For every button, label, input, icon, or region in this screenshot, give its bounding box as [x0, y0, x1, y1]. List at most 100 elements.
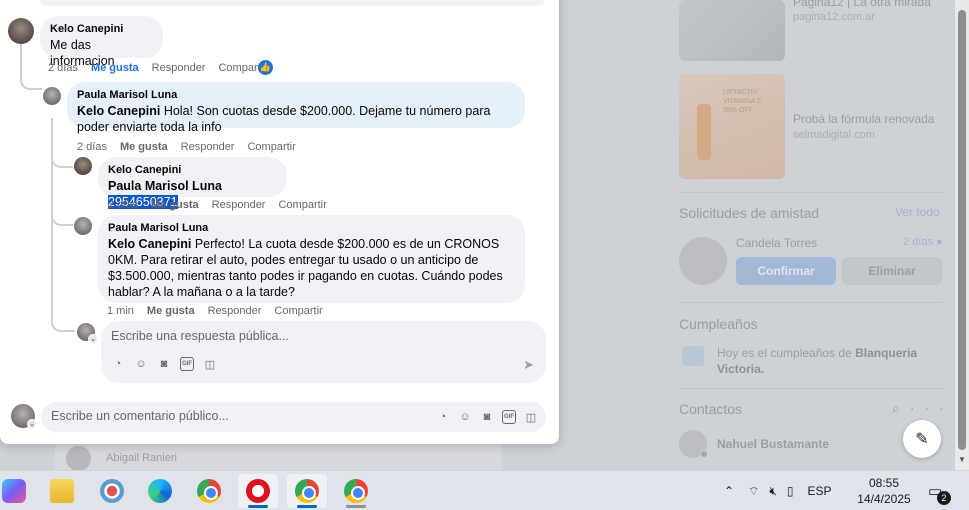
comment-actions: 1 min Me gusta Responder Compartir [107, 305, 323, 317]
birthday-text: Hoy es el cumpleaños de Blanqueria Victo… [717, 346, 918, 376]
scrollbar-thumb[interactable] [958, 10, 966, 450]
avatar-sticker-icon[interactable]: ◔ [436, 410, 450, 424]
mention-link[interactable]: Kelo Canepini [108, 237, 191, 251]
reply-button[interactable]: Responder [152, 62, 206, 74]
comment-author[interactable]: Paula Marisol Luna [108, 222, 513, 234]
comment-author[interactable]: Kelo Canepini [50, 23, 151, 35]
comment-time[interactable]: 2 días [77, 141, 107, 153]
sticker-icon[interactable]: ◫ [203, 357, 217, 371]
system-tray: ⌃ ⌔ 🔇︎ ▯ ESP [724, 471, 832, 510]
compose-icon: ✎ [915, 431, 929, 448]
comment-author[interactable]: Kelo Canepini [108, 164, 275, 176]
taskbar-chrome-profile[interactable] [287, 474, 327, 508]
online-status-icon [700, 450, 708, 458]
avatar-paula[interactable] [74, 217, 92, 235]
open-indicator [346, 505, 366, 508]
comment-actions: 2 días Me gusta Responder Compartir [77, 141, 296, 153]
ad-image-discount: 35% OFF [723, 107, 753, 114]
friend-request-name[interactable]: Candela Torres [736, 236, 817, 250]
sticker-icon[interactable]: ◫ [524, 410, 538, 424]
friend-request-avatar[interactable] [679, 237, 727, 285]
ad-image-product: VITAMINA C [723, 98, 763, 105]
like-button[interactable]: Me gusta [151, 199, 199, 211]
wifi-icon[interactable]: ⌔ [748, 484, 759, 499]
chevron-down-icon[interactable]: ⌄ [88, 334, 98, 344]
emoji-icon[interactable]: ☺ [458, 410, 472, 424]
ad-bottle-shape [697, 104, 711, 160]
taskbar-app[interactable] [92, 474, 132, 508]
ad-title[interactable]: Probá la fórmula renovada [793, 112, 934, 126]
comment-placeholder: Escribe un comentario público... [51, 409, 229, 423]
reply-input[interactable]: Escribe una respuesta pública... ◔ ☺ ◙ G… [101, 321, 546, 383]
avatar-kelo[interactable] [8, 18, 34, 44]
right-sidebar: Pagina12 | La otra mirada pagina12.com.a… [660, 0, 955, 470]
active-indicator [248, 505, 268, 508]
comment-input[interactable]: Escribe un comentario público... ◔ ☺ ◙ G… [41, 402, 546, 432]
camera-icon[interactable]: ◙ [157, 357, 171, 371]
avatar-sticker-icon[interactable]: ◔ [111, 357, 125, 371]
ad-image-selma[interactable]: LIFTACTIV VITAMINA C 35% OFF [679, 74, 785, 179]
scroll-down-arrow-icon[interactable]: ▼ [957, 455, 967, 465]
feed-author-name: Abigail Ranieri [106, 452, 177, 464]
comment-time[interactable]: 1 min [107, 305, 134, 317]
mention-link[interactable]: Paula Marisol Luna [108, 179, 222, 193]
battery-icon[interactable]: ▯ [787, 484, 794, 498]
ad-title[interactable]: Pagina12 | La otra mirada [793, 0, 931, 9]
clock[interactable]: 08:55 14/4/2025 [850, 475, 918, 507]
share-button[interactable]: Compartir [247, 141, 295, 153]
reply-button[interactable]: Responder [208, 305, 262, 317]
taskbar-edge[interactable] [140, 474, 180, 508]
like-button[interactable]: Me gusta [91, 62, 139, 74]
contact-name[interactable]: Nahuel Bustamante [717, 437, 829, 451]
chevron-up-icon[interactable]: ⌃ [724, 484, 734, 498]
chevron-down-icon[interactable]: ⌄ [27, 419, 37, 429]
comment-time[interactable]: 2 días [108, 199, 138, 211]
emoji-icon[interactable]: ☺ [134, 357, 148, 371]
mention-link[interactable]: Kelo Canepini [77, 104, 160, 118]
taskbar-chrome-profile-2[interactable] [336, 474, 376, 508]
ad-site: pagina12.com.ar [793, 11, 875, 23]
app-icon [100, 479, 124, 503]
ad-image-pagina12[interactable] [679, 0, 785, 61]
avatar-kelo[interactable] [74, 157, 92, 175]
previous-content-edge [40, 0, 545, 6]
like-button[interactable]: Me gusta [120, 141, 168, 153]
clock-time: 08:55 [868, 476, 900, 490]
gif-icon[interactable]: GIF [502, 410, 516, 424]
divider [679, 192, 943, 193]
thread-connector [51, 318, 75, 332]
camera-icon[interactable]: ◙ [480, 410, 494, 424]
thread-connector [51, 154, 73, 168]
volume-muted-icon[interactable]: 🔇︎ [769, 484, 777, 499]
language-indicator[interactable]: ESP [808, 484, 832, 498]
reply-button[interactable]: Responder [212, 199, 266, 211]
contacts-tools: ⌕··· [892, 400, 954, 417]
ad-site: selmadigital.com [793, 129, 875, 141]
search-icon[interactable]: ⌕ [892, 400, 910, 416]
gif-icon[interactable]: GIF [180, 357, 194, 371]
comment-bubble: Kelo Canepini Paula Marisol Luna 2954650… [98, 157, 287, 209]
share-button[interactable]: Compartir [274, 305, 322, 317]
more-icon[interactable]: ··· [910, 400, 954, 416]
reply-button[interactable]: Responder [181, 141, 235, 153]
taskbar-file-explorer[interactable] [42, 474, 82, 508]
comment-author[interactable]: Paula Marisol Luna [77, 89, 513, 101]
chrome-icon [197, 479, 221, 503]
comment-time[interactable]: 2 días [48, 62, 78, 74]
avatar-paula[interactable] [43, 87, 61, 105]
chrome-icon [344, 479, 368, 503]
confirm-button[interactable]: Confirmar [736, 257, 836, 285]
delete-button[interactable]: Eliminar [842, 257, 942, 285]
taskbar-opera[interactable] [238, 474, 278, 508]
see-all-link[interactable]: Ver todo [895, 205, 940, 219]
new-message-button[interactable]: ✎ [903, 420, 941, 458]
send-icon[interactable]: ➤ [523, 357, 534, 373]
gift-icon [682, 346, 704, 366]
like-reaction-icon[interactable]: 👍 [258, 60, 273, 75]
chrome-icon [295, 479, 319, 503]
like-button[interactable]: Me gusta [147, 305, 195, 317]
taskbar-chrome[interactable] [189, 474, 229, 508]
share-button[interactable]: Compartir [278, 199, 326, 211]
taskbar-copilot[interactable] [0, 474, 34, 508]
thread-connector [51, 212, 73, 226]
